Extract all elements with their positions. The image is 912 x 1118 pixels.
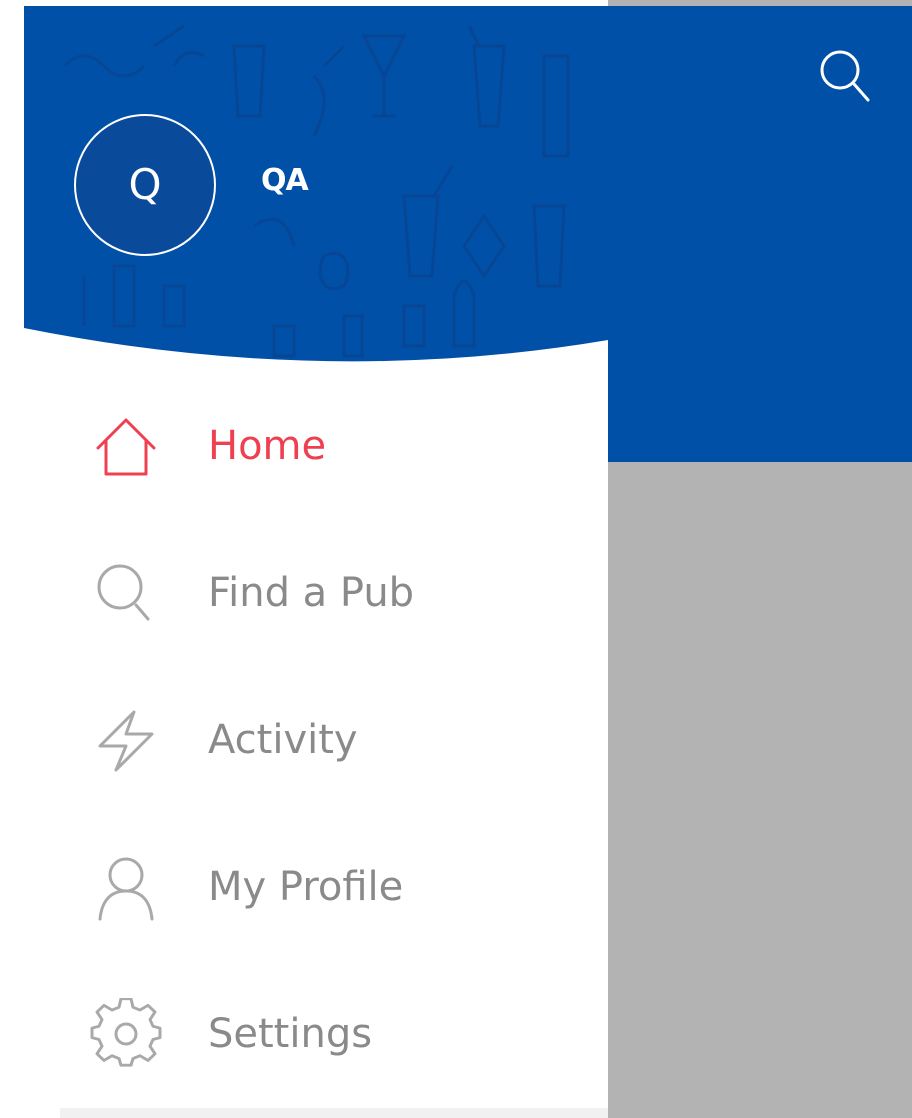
background-app[interactable] (608, 0, 912, 1118)
background-app-header (608, 6, 912, 462)
gear-icon (90, 997, 162, 1067)
menu-item-find-a-pub[interactable]: Find a Pub (0, 519, 608, 666)
menu-item-my-profile[interactable]: My Profile (0, 813, 608, 960)
drawer-bottom-divider (60, 1108, 608, 1118)
navigation-drawer: Q QA Home Find a Pub Activity My Profile… (0, 0, 608, 1118)
drawer-header: Q QA (24, 6, 608, 376)
search-icon (820, 50, 870, 102)
app-screen: Q QA Home Find a Pub Activity My Profile… (0, 0, 912, 1118)
user-name: QA (261, 163, 309, 198)
menu-item-settings[interactable]: Settings (0, 960, 608, 1107)
profile-icon (98, 857, 154, 920)
home-icon (96, 418, 156, 475)
drawer-menu: Home Find a Pub Activity My Profile Sett… (0, 372, 608, 1107)
lightning-icon (98, 710, 154, 771)
menu-item-label: Find a Pub (208, 569, 415, 616)
menu-item-home[interactable]: Home (0, 372, 608, 519)
menu-item-label: Settings (208, 1010, 373, 1057)
user-avatar[interactable]: Q (74, 114, 216, 256)
menu-item-activity[interactable]: Activity (0, 666, 608, 813)
avatar-initial: Q (128, 160, 162, 209)
header-search-button[interactable] (816, 46, 880, 110)
menu-item-label: Home (208, 422, 327, 469)
search-icon (97, 564, 150, 620)
menu-item-label: My Profile (208, 863, 404, 910)
menu-item-label: Activity (208, 716, 358, 763)
